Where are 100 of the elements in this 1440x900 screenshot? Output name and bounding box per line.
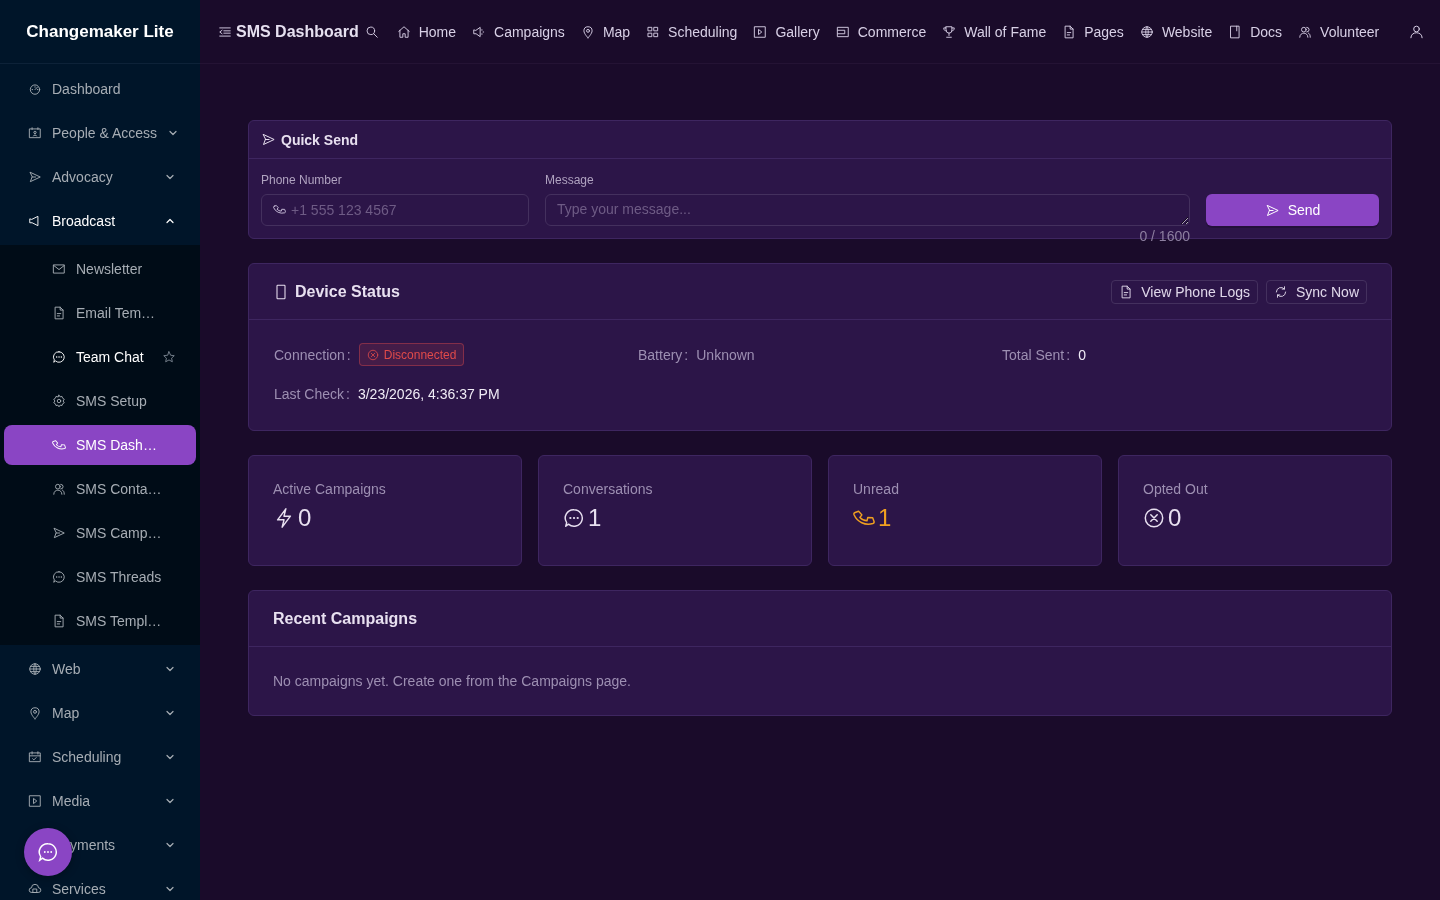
stat-value: 1 — [588, 506, 602, 530]
calendar-icon — [28, 750, 42, 764]
message-field[interactable]: Type your message... — [545, 194, 1190, 226]
character-counter: 0 / 1600 — [1139, 228, 1190, 244]
calendar-card-icon — [28, 126, 42, 140]
colon-separator: : — [346, 385, 350, 402]
send-icon — [1264, 202, 1280, 218]
globe-icon — [28, 662, 42, 676]
megaphone-icon — [28, 214, 42, 228]
field-value: 3/23/2026, 4:36:37 PM — [357, 385, 500, 402]
nav-link[interactable]: Volunteer — [1298, 23, 1380, 40]
sidebar-item[interactable]: Map — [4, 693, 196, 733]
sidebar-item[interactable]: Web — [4, 649, 196, 689]
stat-value: 1 — [878, 506, 892, 530]
field-label: Connection — [274, 346, 345, 363]
shop-icon — [835, 24, 850, 39]
sidebar-item[interactable]: Broadcast — [4, 201, 196, 241]
stat-label: Opted Out — [1143, 481, 1209, 497]
app-logo-text: Changemaker Lite — [0, 0, 200, 64]
map-pin-icon — [580, 24, 595, 39]
gauge-icon — [28, 82, 42, 96]
nav-link[interactable]: Pages — [1062, 23, 1124, 40]
sidebar-item[interactable]: Newsletter — [4, 249, 196, 289]
sidebar-item[interactable]: SMS Setup — [4, 381, 196, 421]
sidebar-item[interactable]: Email Tem… — [4, 293, 196, 333]
play-square-icon — [753, 24, 768, 39]
phone-input-field[interactable]: +1 555 123 4567 — [261, 194, 529, 226]
nav-link[interactable]: Scheduling — [646, 23, 738, 40]
mobile-phone-icon — [273, 283, 289, 300]
nav-link[interactable]: Commerce — [835, 23, 927, 40]
stat-value: 0 — [298, 506, 312, 530]
send-icon — [28, 170, 42, 184]
sidebar-item[interactable]: Team Chat — [4, 337, 196, 377]
sidebar-item[interactable]: SMS Threads — [4, 557, 196, 597]
sidebar-item[interactable]: SMS Templ… — [4, 601, 196, 641]
document-icon — [52, 614, 66, 628]
close-circle-icon — [366, 348, 379, 361]
book-icon — [1228, 24, 1243, 39]
nav-link[interactable]: Home — [396, 23, 457, 40]
sidebar-item[interactable]: Dashboard — [4, 69, 196, 109]
chat-bubble-icon — [52, 350, 66, 364]
field-label: Total Sent — [1002, 346, 1065, 363]
stat-label: Unread — [853, 481, 900, 497]
sidebar-item[interactable]: yments — [4, 825, 196, 865]
sidebar-item[interactable]: Scheduling — [4, 737, 196, 777]
send-icon — [52, 526, 66, 540]
user-icon — [1409, 24, 1424, 39]
search-icon — [364, 24, 379, 39]
nav-link[interactable]: Wall of Fame — [942, 23, 1047, 40]
people-icon — [52, 482, 66, 496]
toolbar-button[interactable]: View Phone Logs — [1111, 279, 1258, 304]
people-icon — [1298, 24, 1313, 39]
field-value: Unknown — [696, 346, 755, 363]
trophy-icon — [942, 24, 957, 39]
sidebar-item[interactable]: SMS Dash… — [4, 425, 196, 465]
field-label: Last Check — [274, 385, 345, 402]
sidebar-item[interactable]: People & Access — [4, 113, 196, 153]
card-title: Recent Campaigns — [273, 609, 418, 628]
settings-icon — [52, 394, 66, 408]
stat-label: Conversations — [563, 481, 654, 497]
grid-icon — [646, 24, 661, 39]
menu-fold-icon — [218, 24, 232, 39]
sidebar-item[interactable]: Advocacy — [4, 157, 196, 197]
nav-link[interactable]: Docs — [1228, 23, 1283, 40]
toolbar-button[interactable]: Sync Now — [1265, 279, 1367, 304]
nav-link[interactable]: Map — [580, 23, 631, 40]
field-label: Phone Number — [261, 173, 343, 187]
colon-separator: : — [346, 346, 351, 363]
sidebar-item[interactable]: Media — [4, 781, 196, 821]
page-title: SMS Dashboard — [236, 22, 359, 41]
status-tag: Disconnected — [358, 343, 465, 366]
phone-icon — [52, 438, 66, 452]
colon-separator: : — [684, 346, 689, 363]
document-icon — [1119, 284, 1134, 299]
field-value: 0 — [1078, 346, 1086, 363]
stat-value: 0 — [1168, 506, 1182, 530]
speaker-icon — [472, 24, 487, 39]
send-button[interactable]: Send — [1206, 194, 1379, 226]
card-title: Quick Send — [281, 131, 359, 148]
sync-icon — [1273, 284, 1288, 299]
sidebar-item[interactable]: SMS Conta… — [4, 469, 196, 509]
sidebar-item[interactable]: Services — [4, 869, 196, 900]
chat-bubble-icon — [37, 841, 59, 863]
nav-link[interactable]: Campaigns — [472, 23, 565, 40]
home-icon — [396, 24, 411, 39]
cloud-icon — [28, 882, 42, 896]
map-pin-icon — [28, 706, 42, 720]
phone-icon — [273, 203, 286, 216]
play-square-icon — [28, 794, 42, 808]
send-icon — [261, 132, 276, 147]
sidebar-item[interactable]: SMS Camp… — [4, 513, 196, 553]
nav-link[interactable]: Website — [1139, 23, 1213, 40]
document-icon — [52, 306, 66, 320]
mail-icon — [52, 262, 66, 276]
card-title: Device Status — [295, 282, 400, 301]
field-label: Battery — [638, 346, 683, 363]
colon-separator: : — [1066, 346, 1071, 363]
field-label: Message — [545, 173, 595, 187]
globe-icon — [1139, 24, 1154, 39]
nav-link[interactable]: Gallery — [753, 23, 820, 40]
